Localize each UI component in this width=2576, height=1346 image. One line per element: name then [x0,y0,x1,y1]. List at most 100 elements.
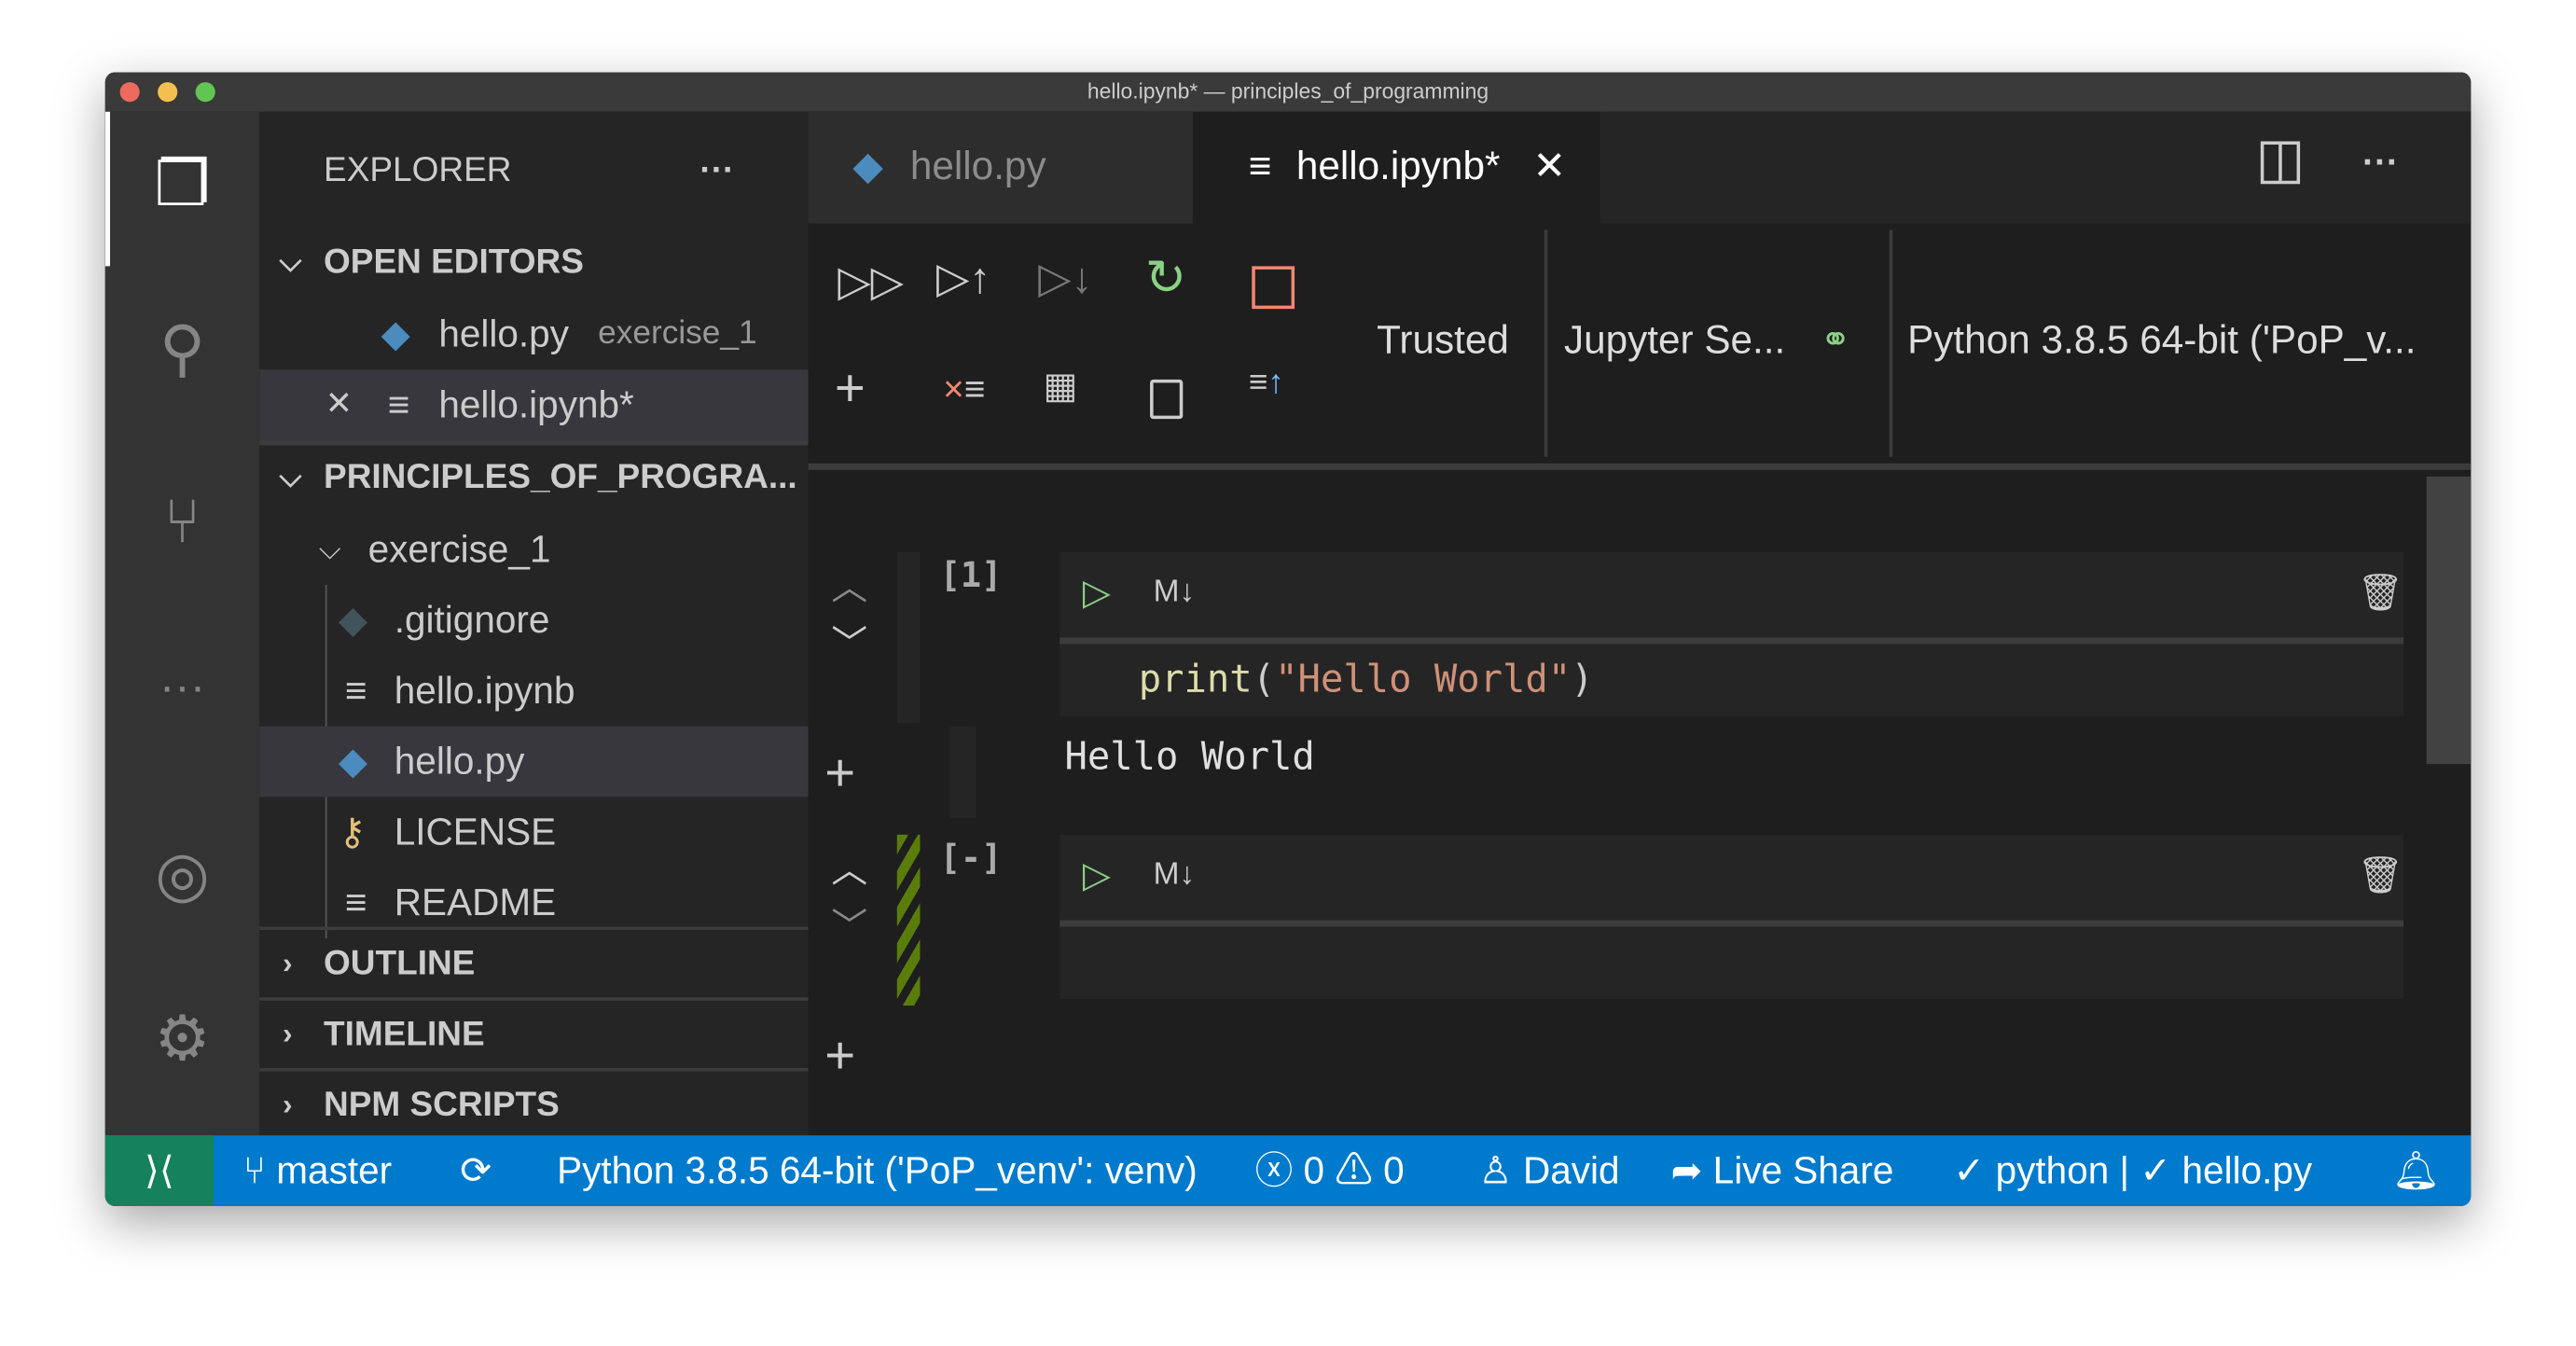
open-editors-section[interactable]: ⌵ OPEN EDITORS [259,227,808,298]
branch-name: master [276,1148,393,1192]
problems-status[interactable]: ⓧ 0 ⚠ 0 [1255,1135,1405,1206]
open-editor-item[interactable]: ✕ ≡ hello.ipynb* [259,369,809,441]
delete-cell-icon[interactable]: 🗑 [2358,854,2403,897]
user-status[interactable]: ♙ David [1478,1135,1619,1206]
delete-cell-icon[interactable]: 🗑 [2358,572,2403,615]
run-cell-icon[interactable]: ▷ [1083,572,1111,615]
save-icon[interactable] [1150,379,1184,420]
move-cell-down-icon[interactable]: ﹀ [831,615,867,667]
add-cell-below-icon[interactable]: + [824,1025,855,1086]
code-string: "Hello World" [1275,659,1572,702]
folder-name: exercise_1 [367,527,551,571]
remote-icon[interactable]: ⟩⟨ [104,1135,214,1206]
branch-status[interactable]: ⑂ master [243,1135,392,1206]
open-editor-item[interactable]: ◆ hello.py exercise_1 [259,299,808,370]
minimize-window-button[interactable] [158,82,178,103]
file-name: hello.ipynb* [438,382,634,426]
tab-hello-ipynb[interactable]: ≡ hello.ipynb* ✕ [1192,111,1600,224]
trusted-indicator[interactable]: Trusted [1377,319,1509,365]
run-all-cells-icon[interactable]: ▷▷ [838,257,903,308]
file-item[interactable]: ≡ README [259,867,808,926]
source-control-icon[interactable]: ⑂ [141,481,223,563]
file-item[interactable]: ◆ hello.py [259,726,809,798]
explorer-more-button[interactable]: ··· [699,134,734,205]
variables-grid-icon[interactable]: ▦ [1044,365,1078,408]
notebook-editor: ◆ hello.py ≡ hello.ipynb* ✕ ··· ▷▷ ▷↑ ▷↓… [808,111,2472,1136]
explorer-header: EXPLORER ··· [259,134,808,205]
timeline-section[interactable]: › TIMELINE [259,999,808,1070]
file-name: .gitignore [394,598,550,641]
run-cells-below-icon[interactable]: ▷↓ [1038,253,1092,304]
run-cells-above-icon[interactable]: ▷↑ [936,253,990,304]
scrollbar-thumb[interactable] [2426,476,2472,765]
more-actions-icon[interactable]: ··· [2362,141,2399,184]
cell-toolbar: ▷ M↓ 🗑 [1059,551,2404,638]
project-section[interactable]: ⌵ PRINCIPLES_OF_PROGRA... [259,442,808,513]
title-bar: hello.ipynb* — principles_of_programming [104,72,2472,112]
close-tab-icon[interactable]: ✕ [1532,112,1565,224]
file-item[interactable]: ◆ .gitignore [259,585,808,656]
file-name: README [394,881,557,923]
move-cell-up-icon[interactable]: ︿ [831,559,867,611]
live-share-button[interactable]: ➦ Live Share [1670,1135,1893,1206]
jupyter-server-status[interactable]: Jupyter Se... [1564,319,1785,365]
folder-hint: exercise_1 [598,315,757,352]
explorer-files-icon[interactable]: ❐ [141,145,223,227]
window-title: hello.ipynb* — principles_of_programming [1087,78,1489,104]
npm-scripts-section[interactable]: › NPM SCRIPTS [259,1070,808,1141]
interpreter-status[interactable]: Python 3.8.5 64-bit ('PoP_venv': venv) [557,1135,1198,1206]
more-icon[interactable]: ··· [141,645,223,728]
python-icon: ◆ [338,739,368,783]
split-editor-icon[interactable] [2260,141,2301,185]
linter-status[interactable]: ✓ python | ✓ hello.py [1953,1135,2312,1206]
restart-kernel-icon[interactable]: ↻ [1145,250,1186,308]
section-label: TIMELINE [324,1015,485,1054]
chevron-right-icon: › [282,1017,293,1050]
cell-type-toggle[interactable]: M↓ [1154,576,1196,612]
chevron-right-icon: › [282,1088,293,1121]
readme-icon: ≡ [344,881,367,923]
file-item[interactable]: ≡ hello.ipynb [259,656,808,727]
notifications-bell-icon[interactable]: 🔔︎ [2392,1135,2440,1206]
cell-type-toggle[interactable]: M↓ [1154,858,1196,895]
git-branch-icon: ⑂ [242,1148,267,1192]
code-paren: ( [1252,659,1276,702]
move-cell-down-icon[interactable]: ﹀ [831,897,867,950]
notebook-icon: ≡ [387,382,410,426]
outline-section[interactable]: › OUTLINE [259,928,808,999]
run-cell-icon[interactable]: ▷ [1083,854,1111,897]
error-count: 0 [1303,1148,1325,1192]
cell-toolbar: ▷ M↓ 🗑 [1059,834,2404,921]
close-icon[interactable]: ✕ [325,369,353,440]
tab-hello-py[interactable]: ◆ hello.py [808,111,1193,224]
execution-count: [-] [939,838,1003,878]
connected-plug-icon: ⚭ [1820,318,1851,360]
live-share-label: Live Share [1712,1148,1894,1192]
folder-exercise-1[interactable]: ⌵ exercise_1 [259,514,808,585]
file-name: LICENSE [394,810,557,853]
explorer-title: EXPLORER [324,151,512,189]
code-function: print [1138,659,1253,702]
code-editor[interactable] [1059,926,2404,999]
explorer-sidebar: EXPLORER ··· ⌵ OPEN EDITORS ◆ hello.py e… [259,111,809,1136]
file-name: hello.py [394,739,525,783]
code-editor[interactable]: print("Hello World") [1059,644,2404,717]
clear-outputs-icon[interactable]: ×≡ [943,368,985,411]
user-name: David [1522,1148,1620,1192]
settings-gear-icon[interactable]: ⚙ [141,999,223,1081]
sync-icon[interactable]: ⟳ [460,1135,492,1206]
close-window-button[interactable] [119,82,140,103]
account-icon[interactable]: ◎ [141,835,223,917]
search-icon[interactable]: ⚲ [141,309,223,391]
add-cell-icon[interactable]: + [835,358,866,419]
move-cell-up-icon[interactable]: ︿ [831,841,867,894]
section-label: PRINCIPLES_OF_PROGRA... [324,458,797,496]
kernel-selector[interactable]: Python 3.8.5 64-bit ('PoP_v... [1907,319,2416,365]
tab-label: hello.ipynb* [1295,145,1501,189]
export-icon[interactable]: ≡↑ [1249,365,1284,403]
maximize-window-button[interactable] [195,82,215,103]
file-item[interactable]: ⚷ LICENSE [259,797,808,867]
interrupt-kernel-icon[interactable] [1252,266,1295,310]
add-cell-below-icon[interactable]: + [824,742,855,803]
code-paren: ) [1571,659,1594,702]
